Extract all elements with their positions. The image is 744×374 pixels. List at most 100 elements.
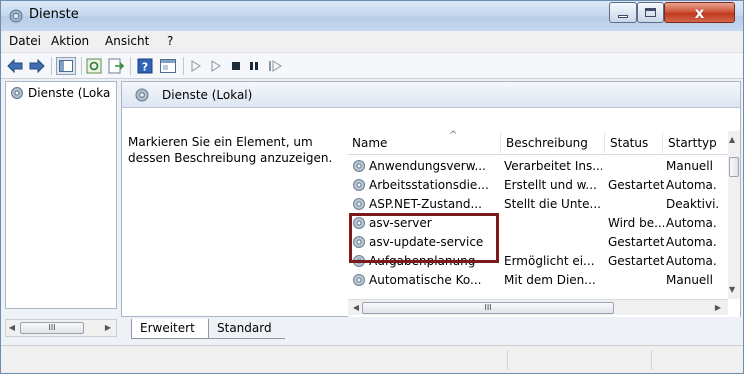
scroll-down-icon[interactable]: ▼ [729,285,735,294]
status-divider [507,350,508,370]
service-status: Gestartet [608,254,664,268]
service-name: Automatische Ko... [369,273,482,287]
column-header-name[interactable]: Name [352,136,387,150]
menu-aktion[interactable]: Aktion [51,34,89,48]
list-horizontal-scrollbar[interactable]: ◀ III ▶ [348,299,728,315]
list-header: Name ^ Beschreibung Status Starttyp [348,130,740,155]
svg-text:?: ? [142,61,148,74]
properties-button[interactable] [159,57,177,75]
status-divider [651,350,652,370]
title-bar[interactable]: Dienste x [1,1,743,31]
services-gear-icon [11,87,23,99]
tab-erweitert[interactable]: Erweitert [131,319,209,339]
service-name: Anwendungsverw... [369,159,486,173]
service-status: Wird be... [608,216,664,230]
start-service-button[interactable] [189,57,203,75]
table-row[interactable]: Automatische Ko... Mit dem Dien... Manuell [348,272,728,290]
minimize-button[interactable] [609,2,637,23]
menu-help[interactable]: ? [167,34,173,48]
service-gear-icon [353,198,365,210]
export-list-icon [108,58,124,74]
close-button[interactable]: x [664,2,735,23]
minimize-icon [618,15,628,18]
scroll-right-icon[interactable]: ▶ [102,322,114,334]
cell-name: Anwendungsverw... [352,159,498,173]
export-list-button[interactable] [107,57,125,75]
tab-label: Erweitert [140,321,195,335]
pane-header-title: Dienste (Lokal) [162,88,253,102]
forward-arrow-icon [29,59,45,73]
service-startup-type: Manuell [666,159,713,173]
stop-service-button[interactable] [229,57,243,75]
pane-header: Dienste (Lokal) [122,82,740,108]
console-tree-icon [59,60,73,72]
console-tree: Dienste (Loka [5,81,117,309]
table-row[interactable]: Arbeitsstationsdie... Erstellt und w... Ge… [348,177,728,195]
column-header-status[interactable]: Status [610,136,648,150]
start-service-2-button[interactable] [209,57,223,75]
service-startup-type: Automa. [666,254,717,268]
console-tree-button[interactable] [56,57,76,75]
cell-name: ASP.NET-Zustand... [352,197,498,211]
table-row[interactable]: Anwendungsverw... Verarbeitet Ins... Manue… [348,158,728,176]
details-pane: Dienste (Lokal) Markieren Sie ein Elemen… [121,81,741,317]
service-name: ASP.NET-Zustand... [369,197,482,211]
service-description: Mit dem Dien... [504,273,596,287]
column-header-startup[interactable]: Starttyp [668,136,717,150]
toolbar-separator [130,57,131,75]
service-startup-type: Automa. [666,235,717,249]
column-header-description[interactable]: Beschreibung [506,136,588,150]
back-button[interactable] [6,57,24,75]
column-divider[interactable] [500,133,501,153]
service-startup-type: Automa. [666,178,717,192]
scroll-right-icon[interactable]: ▶ [712,302,724,314]
tree-horizontal-scrollbar[interactable]: ◀ III ▶ [5,319,117,337]
sort-ascending-icon: ^ [449,130,458,141]
menu-bar: Datei Aktion Ansicht ? [1,31,743,53]
service-status: Gestartet [608,178,664,192]
service-description: Ermöglicht ei... [504,254,595,268]
toolbar-separator [183,57,184,75]
maximize-button[interactable] [637,2,664,23]
menu-ansicht[interactable]: Ansicht [105,34,149,48]
back-arrow-icon [7,59,23,73]
scroll-up-icon[interactable]: ▲ [729,135,735,144]
menu-datei[interactable]: Datei [9,34,41,48]
start-service-icon [191,60,201,72]
service-description: Stellt die Unte... [504,197,601,211]
tab-label: Standard [217,321,272,335]
scroll-left-icon[interactable]: ◀ [6,322,18,334]
restart-service-button[interactable] [267,57,283,75]
close-icon: x [694,3,705,22]
service-gear-icon [353,179,365,191]
forward-button[interactable] [28,57,46,75]
tab-standard[interactable]: Standard [205,319,285,339]
stop-service-icon [232,62,240,70]
service-gear-icon [353,160,365,172]
services-window: Dienste x Datei Aktion Ansicht ? ? Diens… [0,0,744,374]
help-button[interactable]: ? [136,57,154,75]
tree-item-label: Dienste (Loka [28,86,111,100]
list-vertical-scrollbar[interactable]: ▲ ▼ [728,131,740,299]
service-startup-type: Deaktivi. [666,197,720,211]
horizontal-scroll-thumb[interactable]: III [362,302,614,314]
pause-service-button[interactable] [247,57,261,75]
scroll-left-icon[interactable]: ◀ [350,302,362,314]
service-status: Gestartet [608,235,664,249]
vertical-scroll-thumb[interactable] [729,157,739,177]
scroll-thumb[interactable]: III [20,322,84,334]
restart-service-icon [269,60,282,72]
tree-item-services[interactable]: Dienste (Loka [10,86,114,100]
service-description: Verarbeitet Ins... [504,159,602,173]
column-divider[interactable] [662,133,663,153]
service-gear-icon [353,274,365,286]
refresh-button[interactable] [85,57,103,75]
service-name: Arbeitsstationsdie... [369,178,489,192]
services-gear-icon [135,88,149,102]
start-service-2-icon [211,60,221,72]
service-startup-type: Automa. [666,216,717,230]
toolbar-separator [81,57,82,75]
column-divider[interactable] [604,133,605,153]
cell-name: Automatische Ko... [352,273,498,287]
table-row[interactable]: ASP.NET-Zustand... Stellt die Unte... Deak… [348,196,728,214]
